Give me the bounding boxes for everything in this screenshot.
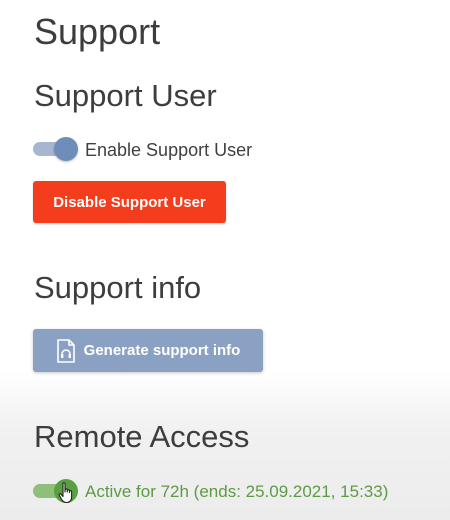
generate-support-info-button[interactable]: Generate support info bbox=[33, 329, 263, 372]
toggle-knob bbox=[54, 137, 78, 161]
enable-support-user-toggle[interactable] bbox=[33, 137, 78, 161]
enable-support-user-label: Enable Support User bbox=[85, 140, 253, 160]
page-title: Support bbox=[34, 11, 161, 52]
file-support-icon bbox=[56, 338, 76, 363]
hand-cursor-icon bbox=[57, 481, 77, 505]
generate-support-info-label: Generate support info bbox=[83, 342, 241, 359]
support-info-heading: Support info bbox=[34, 270, 202, 305]
support-user-heading: Support User bbox=[34, 78, 217, 113]
disable-support-user-button[interactable]: Disable Support User bbox=[33, 181, 226, 223]
remote-access-status: Active for 72h (ends: 25.09.2021, 15:33) bbox=[85, 482, 389, 501]
remote-access-heading: Remote Access bbox=[34, 419, 250, 454]
